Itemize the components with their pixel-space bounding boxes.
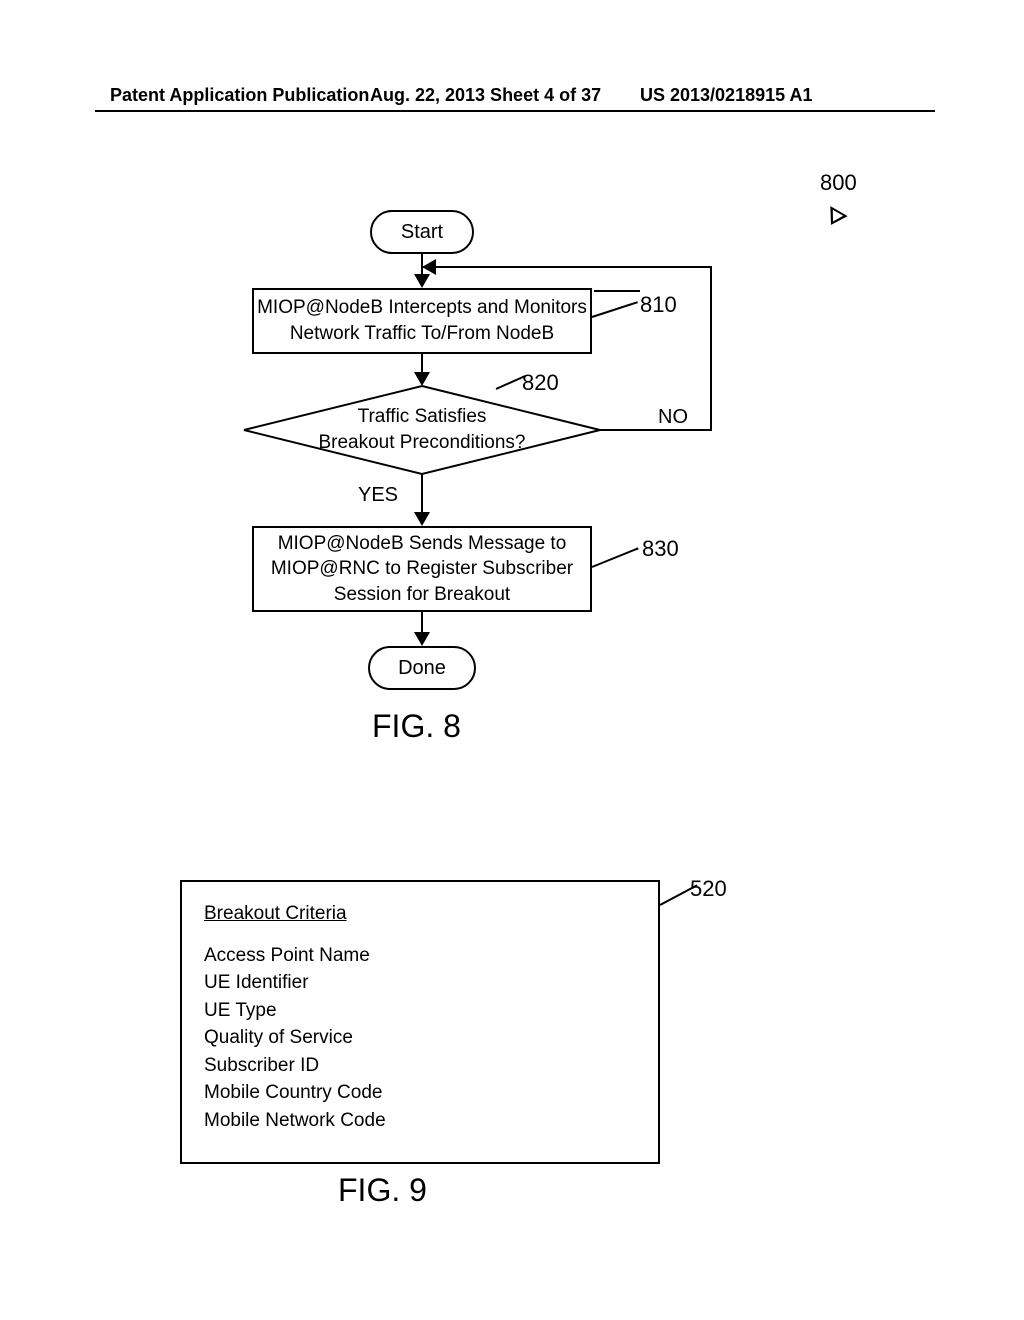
arrow-left-icon xyxy=(422,259,436,275)
done-terminator: Done xyxy=(368,646,476,690)
arrow-down-icon xyxy=(414,274,430,288)
criteria-item: UE Type xyxy=(204,997,636,1025)
ref-820: 820 xyxy=(522,370,559,396)
criteria-item: Subscriber ID xyxy=(204,1052,636,1080)
done-label: Done xyxy=(398,657,446,680)
start-label: Start xyxy=(401,221,443,244)
patent-page: Patent Application Publication Aug. 22, … xyxy=(0,0,1024,1320)
ref-800-arrow-icon xyxy=(822,206,847,230)
header-publication: Patent Application Publication xyxy=(110,85,369,106)
arrow-down-icon xyxy=(414,632,430,646)
criteria-item: Mobile Country Code xyxy=(204,1079,636,1107)
fig9-caption: FIG. 9 xyxy=(338,1172,427,1209)
connector-line xyxy=(600,429,712,431)
header-divider xyxy=(95,110,935,112)
start-terminator: Start xyxy=(370,210,474,254)
process-830: MIOP@NodeB Sends Message to MIOP@RNC to … xyxy=(252,526,592,612)
process-830-text: MIOP@NodeB Sends Message to MIOP@RNC to … xyxy=(271,531,573,608)
criteria-item: Mobile Network Code xyxy=(204,1107,636,1135)
ref-810: 810 xyxy=(640,292,677,318)
ref-830: 830 xyxy=(642,536,679,562)
connector-line xyxy=(422,266,712,268)
no-label: NO xyxy=(658,406,688,429)
process-810-text: MIOP@NodeB Intercepts and Monitors Netwo… xyxy=(257,295,587,346)
decision-820: Traffic Satisfies Breakout Preconditions… xyxy=(240,404,604,455)
criteria-title: Breakout Criteria xyxy=(204,900,636,928)
criteria-item: Access Point Name xyxy=(204,942,636,970)
decision-820-text: Traffic Satisfies Breakout Preconditions… xyxy=(318,406,525,453)
connector-line xyxy=(710,266,712,431)
ref-520: 520 xyxy=(690,876,727,902)
arrow-down-icon xyxy=(414,512,430,526)
leader-line xyxy=(592,547,639,568)
process-810: MIOP@NodeB Intercepts and Monitors Netwo… xyxy=(252,288,592,354)
criteria-item: Quality of Service xyxy=(204,1024,636,1052)
breakout-criteria-box: Breakout Criteria Access Point Name UE I… xyxy=(180,880,660,1164)
yes-label: YES xyxy=(358,484,398,507)
fig8-caption: FIG. 8 xyxy=(372,708,461,745)
criteria-item: UE Identifier xyxy=(204,969,636,997)
header-date-sheet: Aug. 22, 2013 Sheet 4 of 37 xyxy=(370,85,601,106)
connector-line xyxy=(421,474,423,516)
ref-800: 800 xyxy=(820,170,857,196)
figure-8: 800 Start MIOP@NodeB Intercepts and Moni… xyxy=(260,170,820,740)
header-pub-number: US 2013/0218915 A1 xyxy=(640,85,812,106)
